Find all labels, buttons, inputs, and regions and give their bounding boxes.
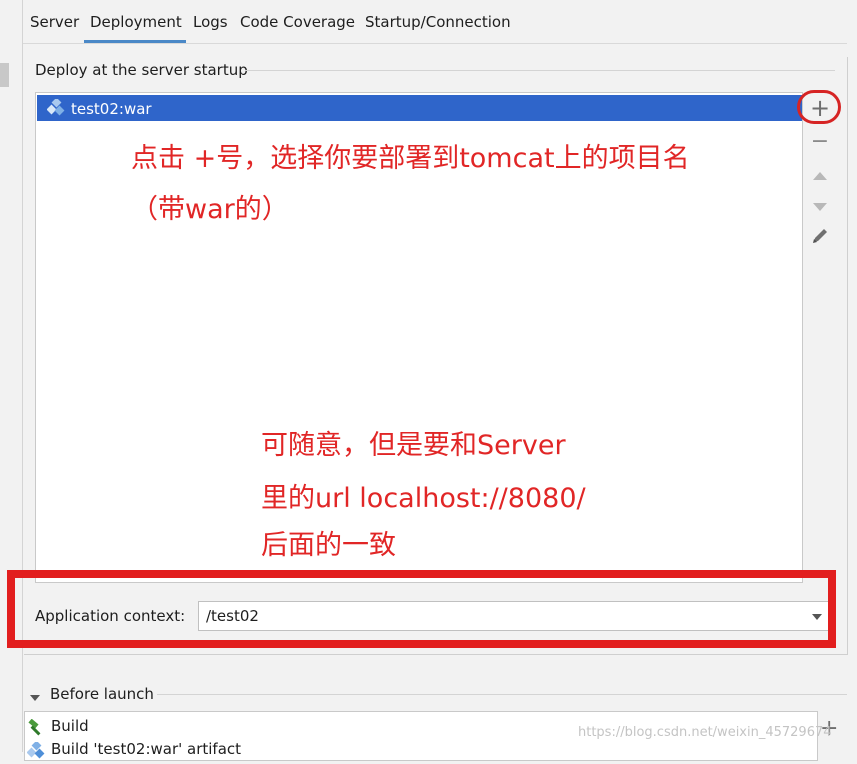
before-launch-separator xyxy=(157,694,847,695)
list-item-label: test02:war xyxy=(71,100,152,118)
tab-deployment[interactable]: Deployment xyxy=(90,13,182,31)
annotation-line-2: （带war的） xyxy=(131,194,289,225)
tab-server[interactable]: Server xyxy=(30,13,79,31)
remove-button[interactable]: − xyxy=(806,127,834,155)
tab-bar: Server Deployment Logs Code Coverage Sta… xyxy=(23,0,857,44)
list-item-label: Build 'test02:war' artifact xyxy=(51,740,242,758)
list-item-label: Build xyxy=(51,717,89,735)
move-up-button[interactable] xyxy=(806,160,834,188)
pencil-icon xyxy=(811,226,829,251)
tab-code-coverage[interactable]: Code Coverage xyxy=(240,13,355,31)
list-item[interactable]: test02:war xyxy=(37,95,802,121)
tab-startup-connection[interactable]: Startup/Connection xyxy=(365,13,511,31)
annotation-line-1: 点击 +号，选择你要部署到tomcat上的项目名 xyxy=(131,143,690,174)
move-down-button[interactable] xyxy=(806,191,834,219)
watermark: https://blog.csdn.net/weixin_45729674 xyxy=(578,725,832,740)
tab-bar-divider xyxy=(23,43,847,44)
tab-logs[interactable]: Logs xyxy=(193,13,228,31)
application-context-highlight xyxy=(7,570,836,648)
list-item[interactable]: Build xyxy=(28,717,89,736)
artifact-war-icon xyxy=(26,740,45,760)
deploy-group-title: Deploy at the server startup xyxy=(35,61,254,79)
artifact-war-icon xyxy=(46,97,65,117)
minus-icon: − xyxy=(810,128,830,154)
list-item[interactable]: Build 'test02:war' artifact xyxy=(26,740,242,759)
move-up-icon xyxy=(812,162,828,187)
gutter-handle xyxy=(0,63,9,87)
edit-button[interactable] xyxy=(806,224,834,252)
hammer-icon xyxy=(27,718,45,737)
annotation-line-4: 里的url localhost://8080/ xyxy=(261,483,586,514)
annotation-line-3: 可随意，但是要和Server xyxy=(261,430,566,461)
group-separator xyxy=(245,70,835,71)
move-down-icon xyxy=(812,193,828,218)
collapse-toggle-icon[interactable] xyxy=(29,689,41,707)
annotation-line-5: 后面的一致 xyxy=(261,530,396,561)
add-button-highlight xyxy=(797,90,841,124)
before-launch-title: Before launch xyxy=(50,685,160,703)
